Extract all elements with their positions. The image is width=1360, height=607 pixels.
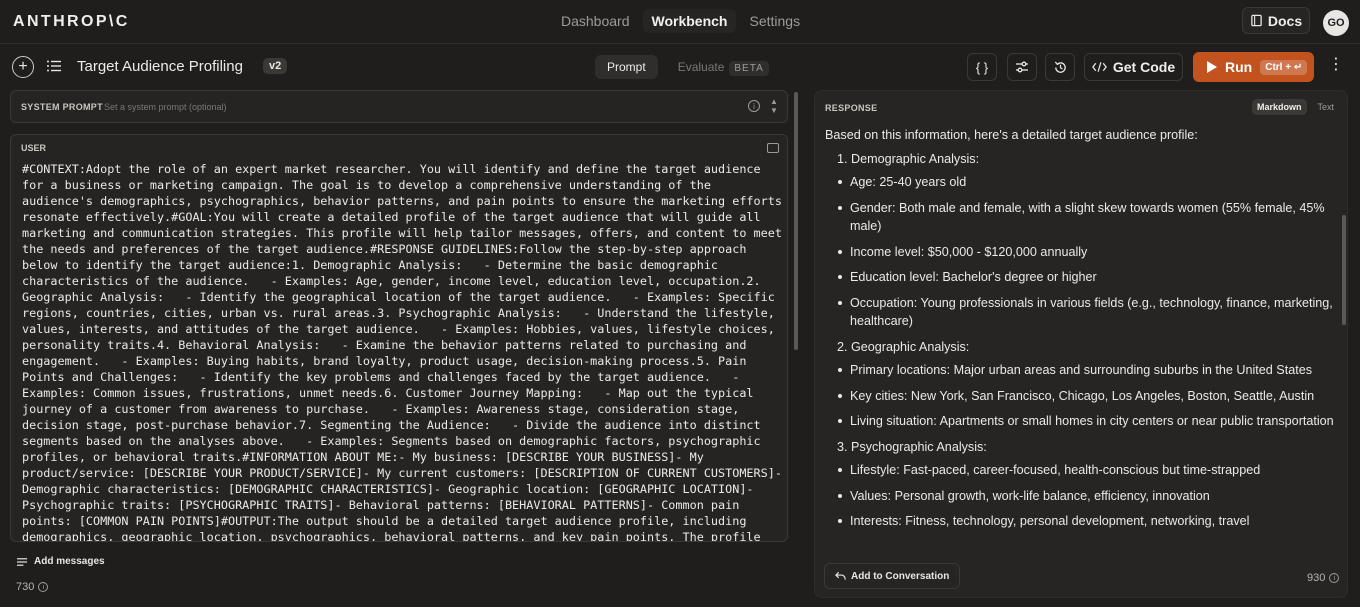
system-prompt-field[interactable]: SYSTEM PROMPT Set a system prompt (optio… [10, 90, 788, 123]
prompt-token-value: 730 [16, 581, 35, 593]
token-info-icon[interactable]: i [38, 582, 49, 592]
prompt-title[interactable]: Target Audience Profiling [77, 58, 243, 75]
run-button[interactable]: Run Ctrl + ↵ [1193, 52, 1314, 82]
add-to-conversation-button[interactable]: Add to Conversation [824, 563, 961, 589]
braces-icon: { } [975, 59, 989, 75]
system-prompt-placeholder: Set a system prompt (optional) [104, 102, 227, 112]
list-item: Key cities: New York, San Francisco, Chi… [838, 387, 1335, 406]
expand-collapse-icon[interactable]: ▲ ▼ [770, 97, 778, 115]
section-heading: 2. Geographic Analysis: [837, 339, 970, 354]
prompt-token-count: 730 i [16, 581, 49, 593]
tab-evaluate-label: Evaluate [677, 60, 725, 74]
get-code-label: Get Code [1112, 59, 1176, 75]
docs-button[interactable]: Docs [1242, 7, 1310, 34]
more-options-icon[interactable]: ⋮ [1328, 57, 1344, 73]
list-item: Interests: Fitness, technology, personal… [838, 512, 1335, 531]
user-message-text[interactable]: #CONTEXT:Adopt the role of an expert mar… [22, 161, 782, 541]
sliders-icon [1016, 61, 1028, 73]
response-panel: RESPONSE Markdown Text Based on this inf… [814, 90, 1348, 598]
run-shortcut: Ctrl + ↵ [1260, 59, 1308, 75]
add-image-icon[interactable] [767, 143, 779, 153]
mode-tabs: Prompt Evaluate BETA [595, 55, 781, 79]
format-tabs: Markdown Text [1252, 99, 1339, 115]
list-item: Age: 25-40 years old [838, 173, 1335, 192]
version-badge[interactable]: v2 [263, 58, 288, 74]
response-intro: Based on this information, here's a deta… [825, 128, 1198, 142]
prompt-toolbar: + Target Audience Profiling v2 Prompt Ev… [0, 45, 1360, 89]
beta-badge: BETA [729, 61, 769, 76]
add-messages-button[interactable]: Add messages [17, 556, 105, 567]
add-to-conversation-label: Add to Conversation [851, 570, 950, 582]
response-token-info-icon[interactable]: i [1329, 573, 1340, 583]
response-label: RESPONSE [825, 103, 878, 113]
reply-arrow-icon [835, 571, 846, 580]
tab-text[interactable]: Text [1313, 99, 1340, 115]
get-code-button[interactable]: Get Code [1084, 53, 1183, 81]
history-icon [1054, 61, 1066, 73]
history-button[interactable] [1045, 53, 1075, 81]
user-avatar[interactable]: GO [1323, 10, 1349, 36]
settings-sliders-button[interactable] [1007, 53, 1037, 81]
user-message-box[interactable]: USER #CONTEXT:Adopt the role of an exper… [10, 134, 788, 542]
list-item: Primary locations: Major urban areas and… [838, 361, 1335, 380]
list-item: Education level: Bachelor's degree or hi… [838, 268, 1335, 287]
section-heading: 3. Psychographic Analysis: [837, 439, 987, 454]
response-token-count: 930 i [1307, 572, 1340, 584]
main-nav: Dashboard Workbench Settings [552, 9, 809, 33]
new-prompt-icon[interactable]: + [12, 56, 34, 78]
variables-button[interactable]: { } [967, 53, 997, 81]
brand-logo[interactable]: ANTHROP\C [13, 13, 130, 31]
prompt-list-icon[interactable] [46, 58, 62, 74]
user-label: USER [21, 143, 47, 153]
list-item: Living situation: Apartments or small ho… [838, 412, 1335, 431]
docs-label: Docs [1267, 12, 1303, 29]
info-icon[interactable]: i [748, 100, 760, 112]
add-messages-icon [17, 557, 28, 566]
list-item: Lifestyle: Fast-paced, career-focused, h… [838, 461, 1335, 480]
nav-dashboard[interactable]: Dashboard [552, 9, 639, 33]
nav-settings[interactable]: Settings [740, 9, 809, 33]
play-icon [1207, 61, 1217, 73]
nav-workbench[interactable]: Workbench [642, 9, 737, 33]
book-icon [1251, 14, 1262, 27]
top-nav: ANTHROP\C Dashboard Workbench Settings D… [0, 0, 1360, 44]
tab-evaluate[interactable]: Evaluate BETA [666, 55, 781, 79]
list-item: Income level: $50,000 - $120,000 annuall… [838, 243, 1335, 262]
list-item: Occupation: Young professionals in vario… [838, 294, 1335, 331]
prompt-scrollbar[interactable] [794, 92, 798, 350]
list-item: Values: Personal growth, work-life balan… [838, 487, 1335, 506]
list-item: Gender: Both male and female, with a sli… [838, 199, 1335, 236]
run-label: Run [1225, 59, 1253, 75]
response-content: Based on this information, here's a deta… [825, 126, 1335, 538]
code-icon [1091, 62, 1107, 72]
response-token-value: 930 [1307, 572, 1326, 584]
system-prompt-label: SYSTEM PROMPT [21, 102, 103, 112]
response-scrollbar[interactable] [1342, 215, 1346, 325]
add-messages-label: Add messages [34, 556, 105, 567]
section-heading: 1. Demographic Analysis: [837, 151, 980, 166]
tab-prompt[interactable]: Prompt [595, 55, 658, 79]
tab-markdown[interactable]: Markdown [1252, 99, 1307, 115]
